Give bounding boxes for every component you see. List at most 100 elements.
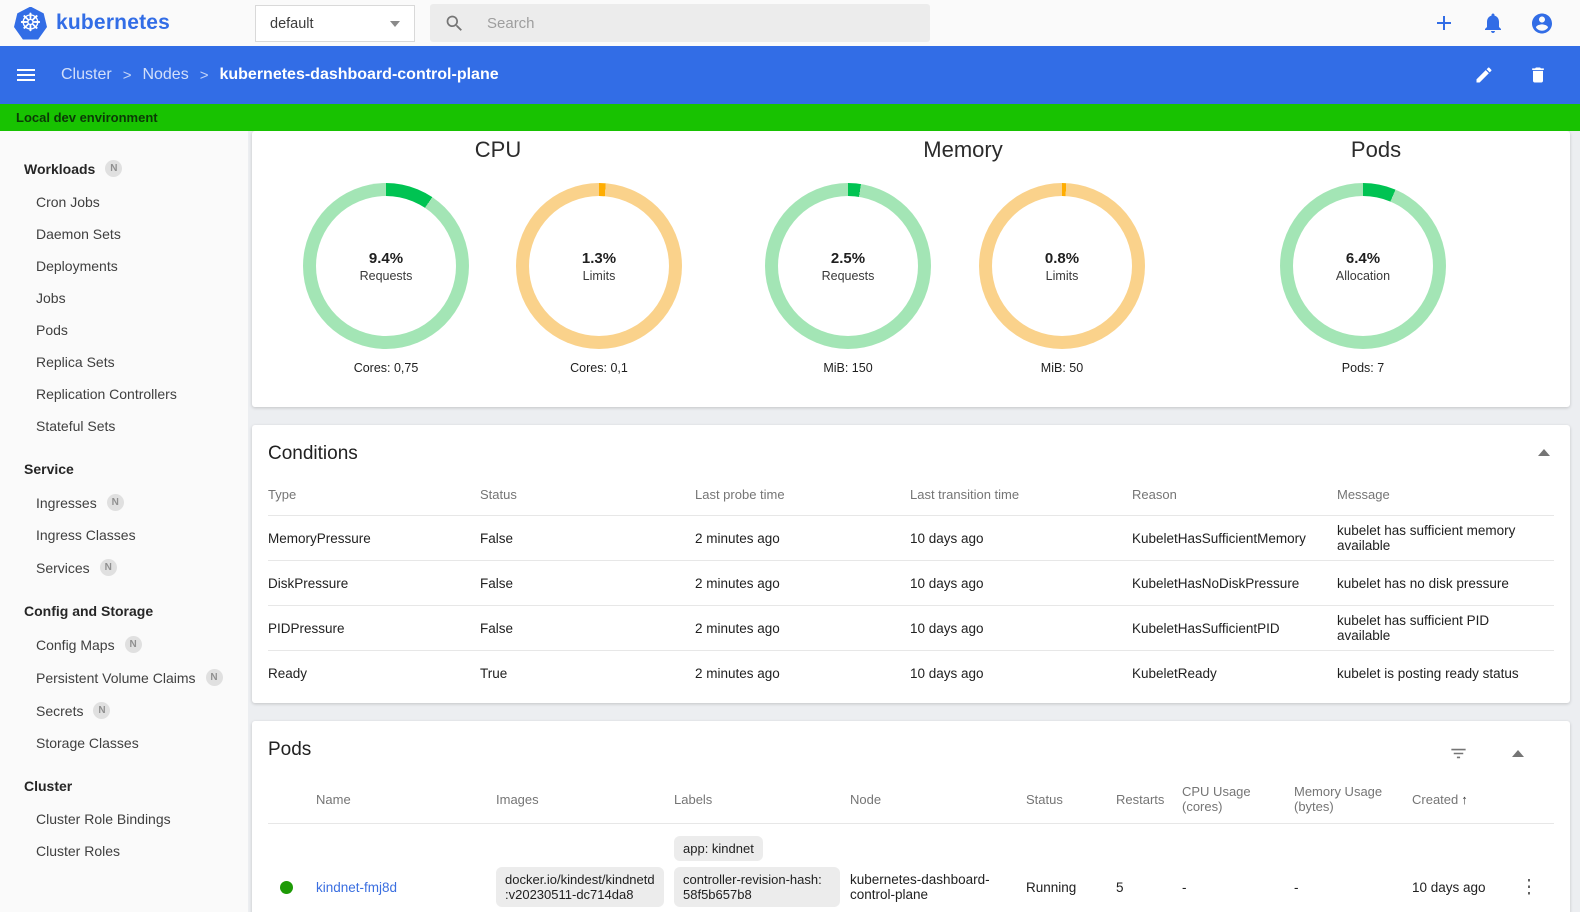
pod-created: 10 days ago [1412, 879, 1486, 895]
sidebar-item-label: Jobs [36, 290, 66, 306]
pod-name-link[interactable]: kindnet-fmj8d [316, 880, 397, 895]
sidebar-item-secrets[interactable]: Secrets N [0, 694, 248, 727]
sidebar-item-config-maps[interactable]: Config Maps N [0, 628, 248, 661]
conditions-collapse-button[interactable] [1538, 449, 1550, 456]
sidebar-item-cron-jobs[interactable]: Cron Jobs [0, 186, 248, 218]
memory-chart-title: Memory [923, 137, 1003, 162]
pod-labels-cell: app: kindnet controller-revision-hash: 5… [674, 836, 850, 912]
search-input[interactable] [485, 13, 885, 33]
donut-footer: MiB: 50 [1040, 361, 1084, 375]
namespace-selector[interactable]: default [255, 5, 415, 42]
breadcrumb: Cluster > Nodes > kubernetes-dashboard-c… [61, 66, 499, 84]
sidebar-item-replication-controllers[interactable]: Replication Controllers [0, 378, 248, 410]
donut-percent: 6.4% [1345, 249, 1381, 267]
breadcrumb-nodes[interactable]: Nodes [142, 66, 188, 84]
sidebar-section-cluster[interactable]: Cluster [0, 769, 248, 803]
notifications-button[interactable] [1481, 11, 1505, 35]
column-header[interactable]: Node [850, 792, 1026, 807]
account-button[interactable] [1530, 11, 1554, 35]
new-badge: N [205, 669, 223, 686]
condition-status: False [480, 575, 514, 591]
environment-banner: Local dev environment [0, 104, 1580, 131]
brand-name: kubernetes [56, 11, 171, 34]
condition-status: True [480, 665, 508, 681]
sidebar-item-jobs[interactable]: Jobs [0, 282, 248, 314]
top-bar: ☸ kubernetes default [0, 0, 1580, 46]
sidebar-item-label: Replica Sets [36, 354, 115, 370]
topbar-actions [1432, 0, 1554, 46]
condition-type: PIDPressure [268, 620, 345, 636]
donut-percent: 2.5% [830, 249, 866, 267]
kubernetes-logo-icon: ☸ [14, 6, 47, 40]
sidebar-item-label: Ingress Classes [36, 527, 136, 543]
sidebar-section-workloads[interactable]: Workloads N [0, 151, 248, 186]
pod-status-cell [268, 880, 316, 894]
sidebar-item-cluster-role-bindings[interactable]: Cluster Role Bindings [0, 803, 248, 835]
pods-header-row: Name Images Labels Node Status Restarts … [268, 775, 1554, 823]
sidebar-item-ingresses[interactable]: Ingresses N [0, 486, 248, 519]
sidebar-section-service[interactable]: Service [0, 452, 248, 486]
table-row: kindnet-fmj8d docker.io/kindest/kindnetd… [268, 823, 1554, 912]
pod-node: kubernetes-dashboard-control-plane [850, 872, 990, 902]
sidebar-section-label: Service [24, 461, 74, 477]
sidebar-item-cluster-roles[interactable]: Cluster Roles [0, 835, 248, 867]
pods-collapse-button[interactable] [1512, 749, 1524, 757]
search-bar[interactable] [430, 4, 930, 42]
column-header[interactable]: Restarts [1116, 792, 1182, 807]
condition-last-probe: 2 minutes ago [695, 530, 780, 546]
donut-chart: 1.3% Limits [516, 183, 682, 349]
menu-button[interactable] [14, 63, 38, 87]
sidebar-section-config-and-storage[interactable]: Config and Storage [0, 594, 248, 628]
column-header-created[interactable]: Created ↑ [1412, 792, 1514, 807]
donut-center: 9.4% Requests [303, 183, 469, 349]
column-header[interactable]: Images [496, 792, 674, 807]
row-menu-button[interactable]: ⋮ [1514, 876, 1554, 899]
column-header[interactable]: CPU Usage (cores) [1182, 784, 1294, 814]
pods-card-actions [1446, 741, 1524, 765]
sidebar-item-persistent-volume-claims[interactable]: Persistent Volume Claims N [0, 661, 248, 694]
donut-metric: Requests [359, 268, 413, 283]
create-resource-button[interactable] [1432, 11, 1456, 35]
breadcrumb-cluster[interactable]: Cluster [61, 66, 112, 84]
sidebar-item-stateful-sets[interactable]: Stateful Sets [0, 410, 248, 442]
new-badge: N [93, 702, 111, 719]
sidebar-item-services[interactable]: Services N [0, 551, 248, 584]
column-header[interactable]: Status [1026, 792, 1116, 807]
column-header[interactable]: Name [316, 792, 496, 807]
sidebar-item-label: Cluster Role Bindings [36, 811, 171, 827]
sidebar-item-ingress-classes[interactable]: Ingress Classes [0, 519, 248, 551]
pod-status: Running [1026, 879, 1077, 895]
pencil-icon [1476, 67, 1492, 83]
sidebar-item-storage-classes[interactable]: Storage Classes [0, 727, 248, 759]
donut-center: 1.3% Limits [516, 183, 682, 349]
sidebar-section: Workloads N Cron Jobs Daemon Sets Deploy… [0, 151, 248, 442]
sidebar-item-label: Cron Jobs [36, 194, 100, 210]
conditions-table: Type Status Last probe time Last transit… [268, 473, 1554, 695]
sidebar-section: Service Ingresses N Ingress Classes Serv… [0, 452, 248, 584]
chevron-down-icon [390, 20, 400, 27]
sidebar-item-daemon-sets[interactable]: Daemon Sets [0, 218, 248, 250]
sidebar-item-pods[interactable]: Pods [0, 314, 248, 346]
sidebar-section: Cluster Cluster Role Bindings Cluster Ro… [0, 769, 248, 867]
filter-button[interactable] [1446, 741, 1470, 765]
condition-last-transition: 10 days ago [910, 665, 984, 681]
sidebar-item-replica-sets[interactable]: Replica Sets [0, 346, 248, 378]
breadcrumb-separator: > [199, 66, 209, 84]
condition-last-transition: 10 days ago [910, 575, 984, 591]
breadcrumb-separator: > [122, 66, 132, 84]
sidebar-item-deployments[interactable]: Deployments [0, 250, 248, 282]
pods-title: Pods [268, 739, 312, 760]
condition-last-transition: 10 days ago [910, 530, 984, 546]
column-header-label: Created [1412, 791, 1459, 807]
sidebar-item-label: Deployments [36, 258, 118, 274]
donut-center: 0.8% Limits [979, 183, 1145, 349]
column-header[interactable]: Memory Usage (bytes) [1294, 784, 1412, 814]
new-badge: N [99, 559, 117, 576]
delete-button[interactable] [1526, 63, 1550, 87]
trash-icon [1532, 67, 1544, 83]
condition-reason: KubeletHasSufficientPID [1132, 620, 1280, 636]
edit-button[interactable] [1472, 63, 1496, 87]
pods-card: Pods Name Images Labels Node Status Rest… [252, 721, 1570, 912]
column-header[interactable]: Labels [674, 792, 850, 807]
condition-message: kubelet has sufficient memory available [1337, 523, 1516, 553]
